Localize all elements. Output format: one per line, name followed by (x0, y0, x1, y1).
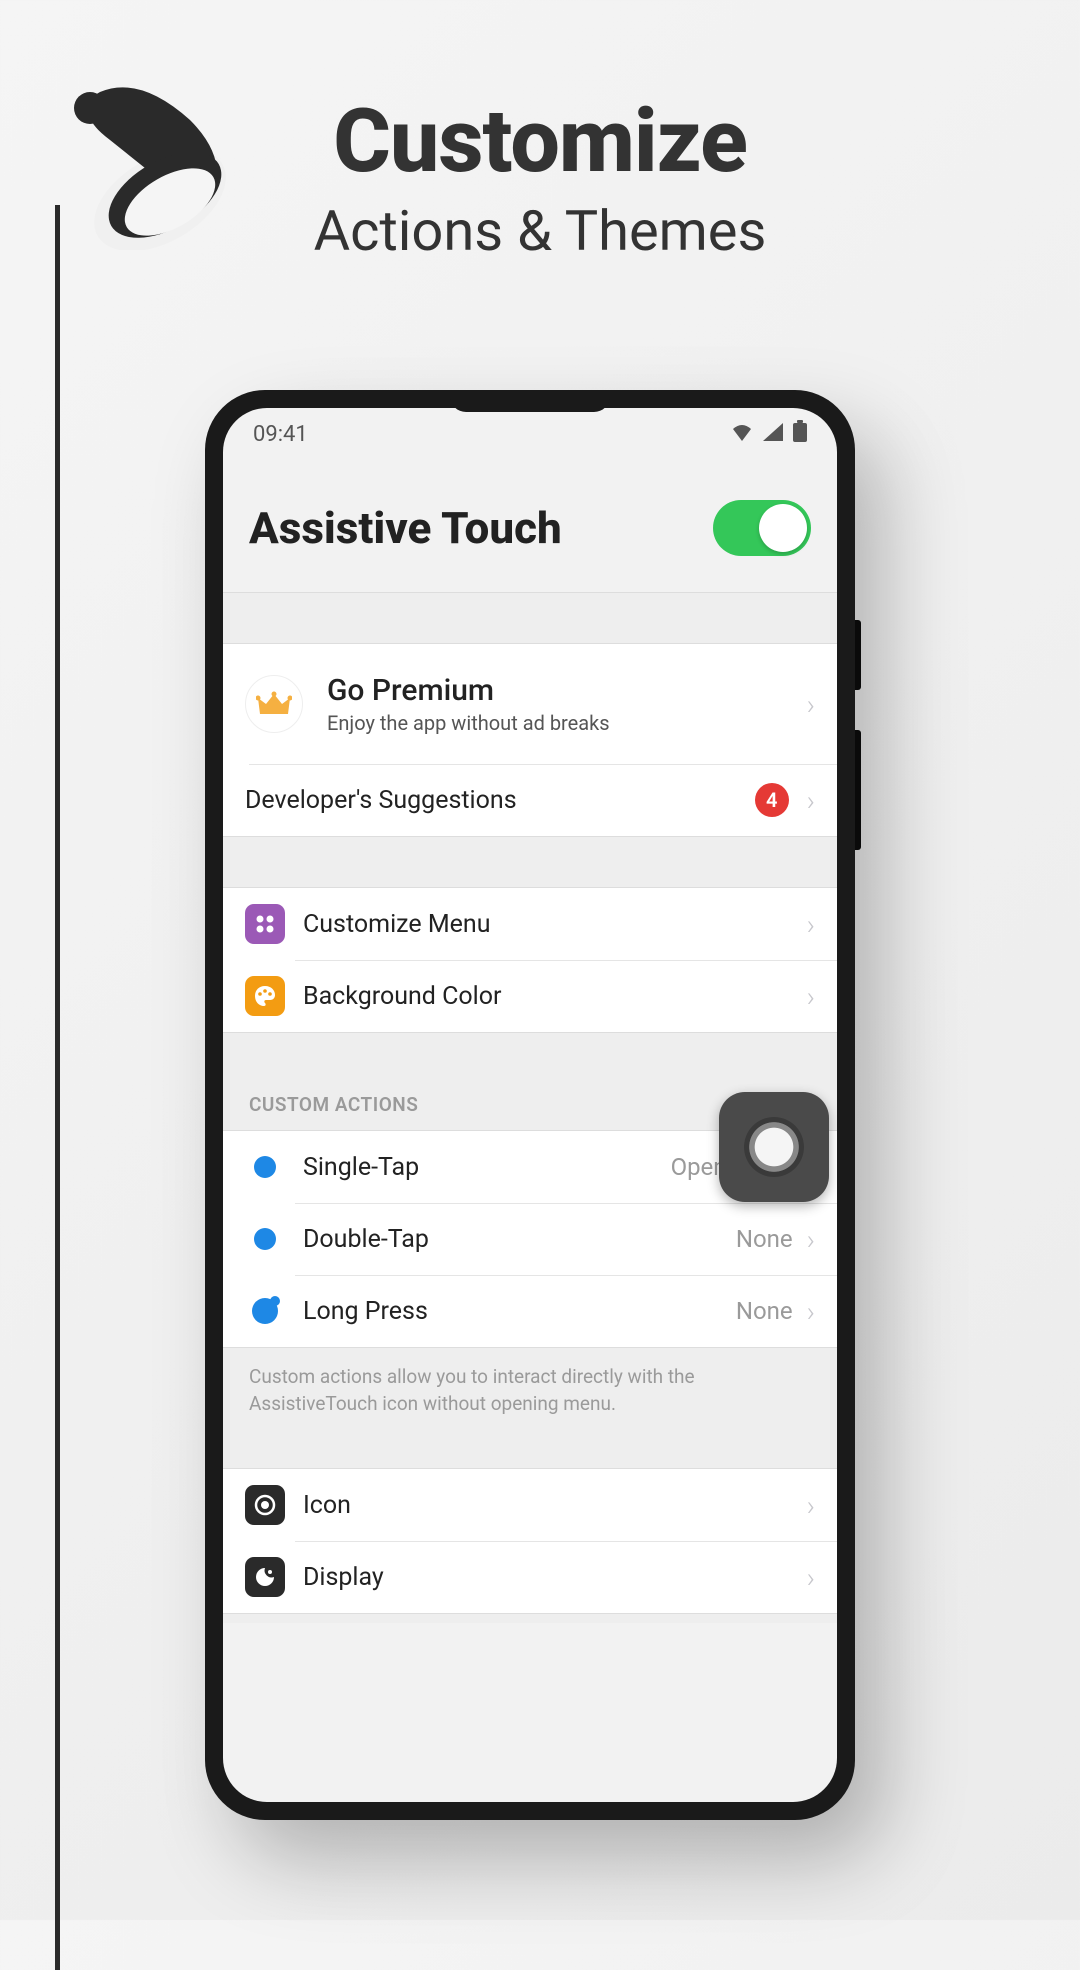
chevron-right-icon: › (807, 1489, 815, 1522)
status-bar: 09:41 (223, 408, 837, 460)
double-tap-value: None (736, 1225, 793, 1253)
phone-screen: 09:41 Assistive Touch (223, 408, 837, 1802)
chevron-right-icon: › (807, 1561, 815, 1594)
wifi-icon (731, 422, 753, 447)
long-press-row[interactable]: Long Press None › (223, 1275, 837, 1347)
signal-icon (763, 422, 783, 447)
premium-title: Go Premium (327, 673, 807, 708)
customize-menu-label: Customize Menu (303, 910, 807, 939)
icon-label: Icon (303, 1491, 807, 1520)
long-press-value: None (736, 1297, 793, 1325)
tap-icon (245, 1219, 285, 1259)
grid-icon (245, 904, 285, 944)
main-toggle[interactable] (713, 500, 811, 556)
single-tap-label: Single-Tap (303, 1153, 671, 1182)
crown-icon (245, 675, 303, 733)
background-color-row[interactable]: Background Color › (223, 960, 837, 1032)
status-time: 09:41 (253, 422, 308, 447)
icon-preview-icon (245, 1485, 285, 1525)
assistive-touch-floating-button[interactable] (719, 1092, 829, 1202)
chevron-right-icon: › (807, 908, 815, 941)
dev-suggestions-label: Developer's Suggestions (245, 786, 755, 815)
custom-actions-footer: Custom actions allow you to interact dir… (223, 1347, 837, 1441)
app-header: Assistive Touch (223, 460, 837, 592)
double-tap-row[interactable]: Double-Tap None › (223, 1203, 837, 1275)
background-color-label: Background Color (303, 982, 807, 1011)
icon-row[interactable]: Icon › (223, 1469, 837, 1541)
chevron-right-icon: › (807, 980, 815, 1013)
go-premium-row[interactable]: Go Premium Enjoy the app without ad brea… (223, 644, 837, 764)
premium-subtitle: Enjoy the app without ad breaks (327, 711, 807, 735)
display-row[interactable]: Display › (223, 1541, 837, 1613)
double-tap-label: Double-Tap (303, 1225, 736, 1254)
promo-headline: Customize Actions & Themes (0, 90, 1080, 264)
display-label: Display (303, 1563, 807, 1592)
headline-subtitle: Actions & Themes (0, 198, 1080, 264)
long-press-label: Long Press (303, 1297, 736, 1326)
chevron-right-icon: › (807, 688, 815, 721)
tap-icon (245, 1147, 285, 1187)
display-icon (245, 1557, 285, 1597)
chevron-right-icon: › (807, 1295, 815, 1328)
chevron-right-icon: › (807, 784, 815, 817)
palette-icon (245, 976, 285, 1016)
phone-mockup: 09:41 Assistive Touch (205, 390, 855, 1820)
chevron-right-icon: › (807, 1223, 815, 1256)
developer-suggestions-row[interactable]: Developer's Suggestions 4 › (223, 764, 837, 836)
battery-icon (793, 420, 807, 448)
headline-title: Customize (0, 90, 1080, 193)
page-title: Assistive Touch (249, 502, 562, 554)
long-press-icon (245, 1291, 285, 1331)
notification-badge: 4 (755, 783, 789, 817)
customize-menu-row[interactable]: Customize Menu › (223, 888, 837, 960)
